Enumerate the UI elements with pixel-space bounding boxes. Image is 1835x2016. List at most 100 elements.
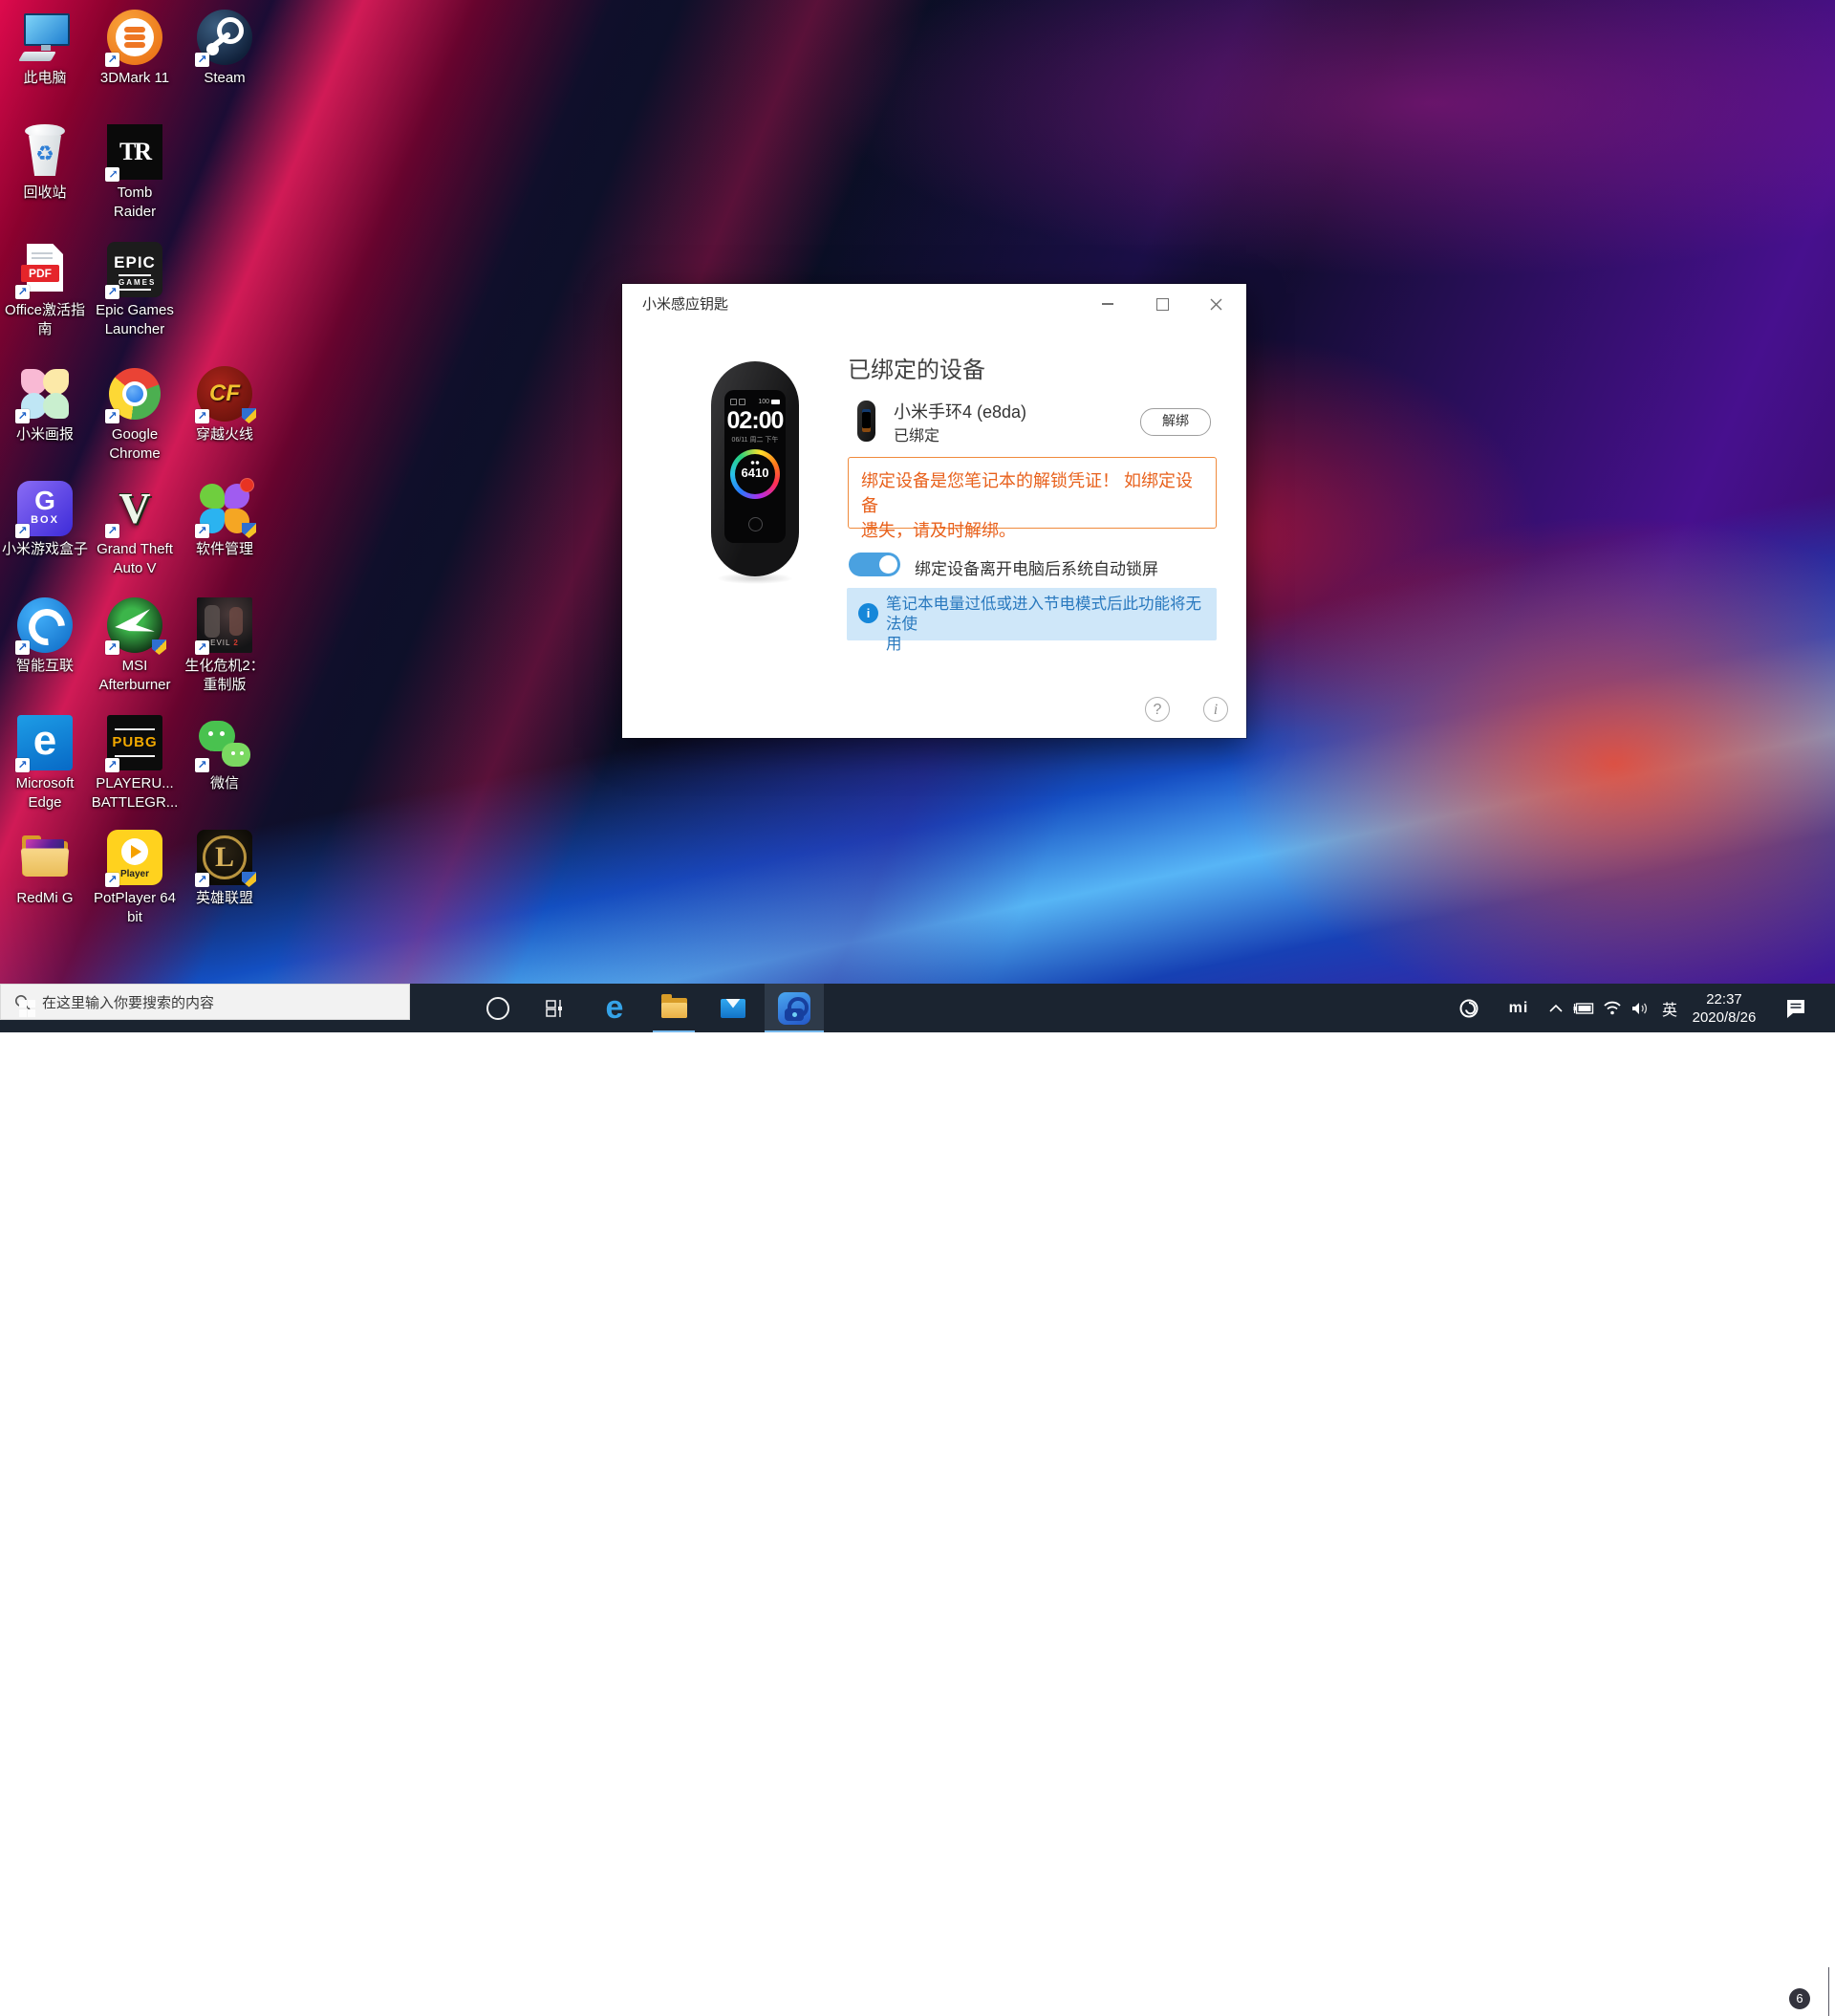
desktop-icon-potplayer-64-bit[interactable]: Player↗PotPlayer 64bit	[90, 830, 180, 927]
tray-show-hidden-icons[interactable]	[1541, 984, 1571, 1032]
desktop-icon-resident-evil-2-remake[interactable]: EVIL 2↗生化危机2：重制版	[180, 597, 270, 695]
shortcut-arrow-icon: ↗	[105, 524, 119, 538]
desktop-icon-software-manager[interactable]: ↗软件管理	[180, 481, 270, 559]
shortcut-arrow-icon: ↗	[105, 640, 119, 655]
cortana-button[interactable]	[475, 984, 521, 1032]
desktop-icon-this-pc[interactable]: 此电脑	[0, 10, 90, 88]
shortcut-arrow-icon: ↗	[15, 285, 30, 299]
desktop-icon-label: 软件管理	[180, 540, 270, 559]
chevron-up-icon	[1549, 1004, 1563, 1012]
desktop-icon-steam[interactable]: ↗Steam	[180, 10, 270, 88]
desktop-icon-office-activation-guide[interactable]: PDF↗Office激活指南	[0, 242, 90, 339]
desktop-icon-playerunknowns-battlegrounds[interactable]: PUBG↗PLAYERU...BATTLEGR...	[90, 715, 180, 813]
taskbar-mi-sensing-key-button-active[interactable]	[765, 984, 824, 1032]
bound-device-heading: 已绑定的设备	[848, 351, 985, 384]
maximize-icon	[1156, 298, 1169, 311]
edge-icon: e	[606, 989, 624, 1027]
desktop-icon-label: Grand TheftAuto V	[90, 540, 180, 578]
about-icon[interactable]: i	[1203, 697, 1228, 722]
tray-battery-icon[interactable]	[1569, 984, 1598, 1032]
desktop-icon-smart-interconnect[interactable]: ↗智能互联	[0, 597, 90, 676]
desktop-icon-label: 微信	[180, 774, 270, 793]
3dmark-11-icon: ↗	[107, 10, 162, 65]
battery-icon	[771, 400, 780, 404]
desktop-icon-microsoft-edge[interactable]: e↗MicrosoftEdge	[0, 715, 90, 813]
minimize-icon	[1102, 303, 1113, 305]
tray-time: 22:37	[1706, 990, 1742, 1008]
desktop-icon-3dmark-11[interactable]: ↗ 3DMark 11	[90, 10, 180, 88]
shortcut-arrow-icon: ↗	[105, 285, 119, 299]
speaker-icon	[1630, 1001, 1650, 1016]
start-button[interactable]	[0, 984, 54, 1032]
desktop-icon-label: 智能互联	[0, 657, 90, 676]
mi-band-product-image: 100 02:00 06/11 周二 下午 6410	[711, 361, 799, 576]
minimize-button[interactable]	[1087, 290, 1129, 318]
desktop-icon-epic-games-launcher[interactable]: EPICGAMES↗Epic GamesLauncher	[90, 242, 180, 339]
file-explorer-icon	[661, 998, 687, 1018]
auto-lock-toggle[interactable]	[849, 553, 900, 576]
league-of-legends-icon: L↗	[197, 830, 252, 885]
unbind-button[interactable]: 解绑	[1140, 408, 1211, 436]
desktop-icon-msi-afterburner[interactable]: ↗ MSIAfterburner	[90, 597, 180, 695]
desktop-icon-google-chrome[interactable]: ↗GoogleChrome	[90, 366, 180, 464]
desktop-icon-label: 3DMark 11	[90, 69, 180, 88]
desktop-icon-label: 生化危机2：重制版	[180, 657, 270, 695]
tray-volume-icon[interactable]	[1627, 984, 1653, 1032]
desktop-icon-label: RedMi G	[0, 889, 90, 908]
taskbar-mail-button[interactable]	[710, 984, 756, 1032]
shortcut-arrow-icon: ↗	[195, 53, 209, 67]
desktop-icon-recycle-bin[interactable]: ♻回收站	[0, 124, 90, 203]
desktop-icon-label: 穿越火线	[180, 425, 270, 444]
desktop-icon-label: 此电脑	[0, 69, 90, 88]
device-status: 已绑定	[894, 423, 939, 445]
shortcut-arrow-icon: ↗	[105, 409, 119, 423]
desktop-icon-label: Office激活指南	[0, 301, 90, 339]
windows-logo-icon	[19, 1000, 35, 1016]
band-screen: 100 02:00 06/11 周二 下午 6410	[724, 390, 786, 543]
desktop-icon-wechat[interactable]: ↗微信	[180, 715, 270, 793]
desktop-icon-mi-game-box[interactable]: GBOX↗小米游戏盒子	[0, 481, 90, 559]
tray-date: 2020/8/26	[1693, 1008, 1757, 1027]
band-date: 06/11 周二 下午	[724, 435, 786, 444]
close-button[interactable]	[1195, 290, 1237, 318]
this-pc-icon	[17, 10, 73, 65]
mi-pictorial-icon: ↗	[17, 366, 73, 422]
mi-sensing-key-window: 小米感应钥匙 100 02:00 06/11 周二 下午 6410 已绑定的设备…	[622, 284, 1246, 738]
swirl-icon	[1458, 998, 1479, 1019]
desktop-icon-tomb-raider[interactable]: TR↗TombRaider	[90, 124, 180, 222]
shortcut-arrow-icon: ↗	[15, 524, 30, 538]
taskbar-edge-button[interactable]: e	[592, 984, 637, 1032]
maximize-button[interactable]	[1141, 290, 1183, 318]
desktop-icon-redmi-g[interactable]: RedMi G	[0, 830, 90, 908]
show-desktop-strip[interactable]	[1828, 1967, 1835, 2016]
unlock-credential-warning: 绑定设备是您笔记本的解锁凭证！ 如绑定设备 遗失，请及时解绑。	[848, 457, 1217, 529]
window-title: 小米感应钥匙	[642, 293, 728, 314]
taskbar-file-explorer-button[interactable]	[651, 984, 697, 1032]
notification-count-badge: 6	[1789, 1988, 1810, 2009]
tray-mi-icon[interactable]: mi	[1500, 984, 1537, 1032]
band-home-button	[748, 517, 763, 531]
tray-clock[interactable]: 22:37 2020/8/26	[1684, 984, 1764, 1032]
recycle-bin-icon: ♻	[17, 124, 73, 180]
desktop-icon-label: MSIAfterburner	[90, 657, 180, 695]
toggle-knob	[879, 555, 897, 574]
shortcut-arrow-icon: ↗	[195, 409, 209, 423]
action-center-icon	[1784, 998, 1807, 1019]
desktop-icon-league-of-legends[interactable]: L↗英雄联盟	[180, 830, 270, 908]
help-icon[interactable]: ?	[1145, 697, 1170, 722]
task-view-button[interactable]	[532, 984, 578, 1032]
shortcut-arrow-icon: ↗	[195, 640, 209, 655]
desktop-icon-mi-pictorial[interactable]: ↗小米画报	[0, 366, 90, 444]
task-view-icon	[545, 998, 566, 1019]
tray-input-language[interactable]: 英	[1655, 984, 1684, 1032]
desktop-icon-crossfire[interactable]: CF↗穿越火线	[180, 366, 270, 444]
tray-wifi-icon[interactable]	[1598, 984, 1627, 1032]
desktop-icon-grand-theft-auto-v[interactable]: V↗ Grand TheftAuto V	[90, 481, 180, 578]
action-center-button[interactable]	[1774, 984, 1818, 1032]
tray-swirl-app-icon[interactable]	[1451, 984, 1487, 1032]
steam-icon: ↗	[197, 10, 252, 65]
band-time: 02:00	[724, 407, 786, 435]
desktop-icon-label: 小米游戏盒子	[0, 540, 90, 559]
grand-theft-auto-v-icon: V↗	[107, 481, 162, 536]
taskbar-search-box[interactable]: 在这里输入你要搜索的内容	[0, 984, 410, 1020]
